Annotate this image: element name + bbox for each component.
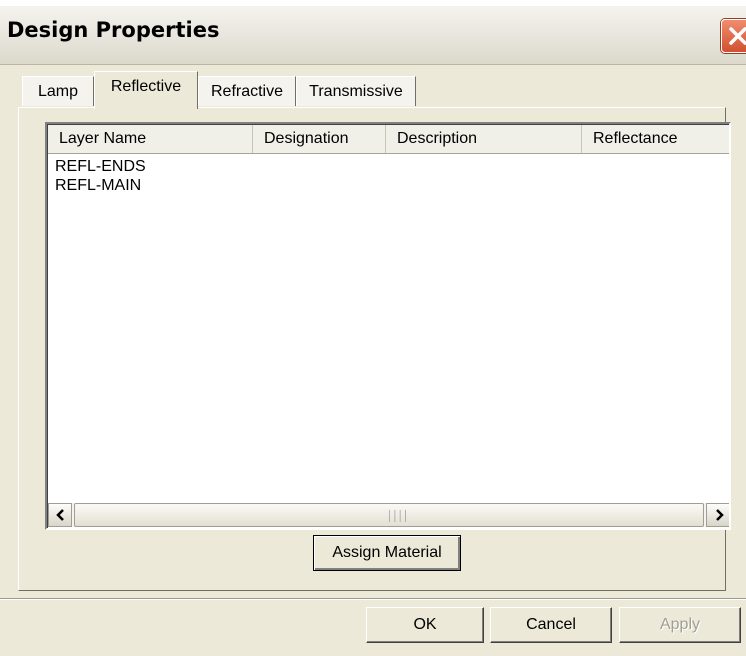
cancel-button[interactable]: Cancel — [490, 607, 612, 643]
column-header-reflectance[interactable]: Reflectance — [582, 125, 729, 153]
scroll-thumb[interactable]: ││││ — [74, 503, 704, 527]
tab-transmissive[interactable]: Transmissive — [296, 76, 416, 106]
tab-refractive-label: Refractive — [210, 83, 284, 100]
cancel-label: Cancel — [526, 616, 576, 633]
list-item-layer-name: REFL-ENDS — [55, 158, 146, 175]
tab-lamp[interactable]: Lamp — [22, 76, 94, 106]
column-header-layer-name[interactable]: Layer Name — [48, 125, 253, 153]
tab-reflective-label: Reflective — [110, 78, 182, 95]
column-header-description[interactable]: Description — [386, 125, 582, 153]
list-item[interactable]: REFL-MAIN — [55, 177, 141, 195]
design-properties-dialog: Design Properties Lamp Reflective Refrac… — [0, 6, 746, 656]
apply-button[interactable]: Apply — [619, 607, 741, 643]
close-button[interactable] — [721, 19, 746, 53]
layer-list[interactable]: Layer Name Designation Description Refle… — [45, 122, 731, 530]
close-icon — [729, 27, 746, 45]
arrow-right-icon — [716, 509, 724, 521]
list-header: Layer Name Designation Description Refle… — [48, 125, 729, 154]
window-title: Design Properties — [7, 18, 220, 42]
horizontal-scrollbar[interactable]: ││││ — [48, 503, 729, 527]
ok-button[interactable]: OK — [366, 607, 484, 643]
arrow-left-icon — [56, 509, 64, 521]
scroll-grip-icon: ││││ — [387, 511, 409, 522]
tab-transmissive-label: Transmissive — [309, 83, 403, 100]
tab-lamp-label: Lamp — [37, 83, 79, 100]
list-item[interactable]: REFL-ENDS — [55, 158, 146, 176]
apply-label: Apply — [659, 616, 701, 633]
tab-refractive[interactable]: Refractive — [198, 76, 296, 106]
scroll-right-button[interactable] — [706, 503, 729, 527]
ok-label: OK — [413, 616, 437, 633]
footer-separator — [0, 598, 746, 600]
column-header-designation[interactable]: Designation — [253, 125, 386, 153]
assign-material-label: Assign Material — [332, 544, 442, 561]
list-item-layer-name: REFL-MAIN — [55, 177, 142, 194]
scroll-left-button[interactable] — [48, 503, 72, 527]
assign-material-button[interactable]: Assign Material — [313, 535, 461, 571]
title-bar[interactable]: Design Properties — [0, 6, 746, 65]
tab-reflective[interactable]: Reflective — [94, 71, 198, 109]
